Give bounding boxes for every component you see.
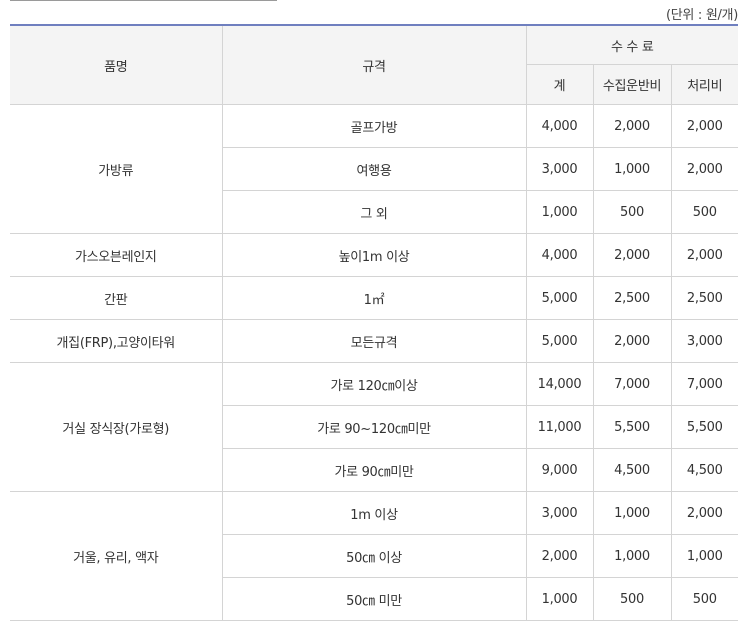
- spec-cell: 골프가방: [221, 104, 527, 148]
- processing-fee-cell: 500: [670, 190, 739, 234]
- table-row: 개집(FRP),고양이타워 모든규격 5,000 2,000 3,000: [10, 319, 739, 363]
- item-name-cell: 간판: [10, 276, 223, 320]
- collection-fee-cell: 4,500: [592, 448, 672, 492]
- spec-cell: 그 외: [222, 190, 527, 234]
- header-processing: 처리비: [670, 64, 739, 105]
- total-cell: 11,000: [525, 405, 594, 449]
- spec-cell: 1m 이상: [221, 491, 527, 535]
- total-cell: 4,000: [525, 233, 594, 277]
- processing-fee-cell: 7,000: [670, 362, 739, 406]
- header-fee-group: 수 수 료: [525, 24, 739, 65]
- collection-fee-cell: 1,000: [592, 147, 672, 191]
- processing-fee-cell: 2,000: [670, 491, 739, 535]
- collection-fee-cell: 2,000: [592, 233, 672, 277]
- collection-fee-cell: 2,000: [592, 104, 672, 148]
- collection-fee-cell: 2,000: [592, 319, 672, 363]
- collection-fee-cell: 500: [592, 190, 672, 234]
- item-name-cell: 가스오븐레인지: [10, 233, 223, 277]
- item-name-cell: 개집(FRP),고양이타워: [10, 319, 223, 363]
- spec-cell: 모든규격: [221, 319, 527, 363]
- collection-fee-cell: 500: [592, 577, 672, 621]
- spec-cell: 50㎝ 이상: [222, 534, 527, 578]
- header-collection: 수집운반비: [592, 64, 672, 105]
- processing-fee-cell: 4,500: [670, 448, 739, 492]
- table-row: 거울, 유리, 액자 1m 이상 3,000 1,000 2,000: [10, 491, 739, 621]
- table-row: 가스오븐레인지 높이1m 이상 4,000 2,000 2,000: [10, 233, 739, 277]
- total-cell: 3,000: [525, 147, 594, 191]
- total-cell: 5,000: [525, 276, 594, 320]
- table-row: 간판 1㎡ 5,000 2,500 2,500: [10, 276, 739, 320]
- fee-table-body: 가방류 골프가방 4,000 2,000 2,000 여행용 3,000 1,000 2,000…: [10, 104, 739, 621]
- table-row: 거실 장식장(가로형) 가로 120㎝이상 14,000 7,000 7,000: [10, 362, 739, 492]
- collection-fee-cell: 5,500: [592, 405, 672, 449]
- header-item: 품명: [10, 24, 223, 105]
- spec-cell: 가로 120㎝이상: [221, 362, 527, 406]
- total-cell: 1,000: [525, 577, 594, 621]
- spec-cell: 높이1m 이상: [221, 233, 527, 277]
- processing-fee-cell: 2,000: [670, 147, 739, 191]
- processing-fee-cell: 5,500: [670, 405, 739, 449]
- collection-fee-cell: 1,000: [592, 491, 672, 535]
- processing-fee-cell: 2,500: [670, 276, 739, 320]
- total-cell: 1,000: [525, 190, 594, 234]
- item-name-cell: 거울, 유리, 액자: [10, 491, 223, 621]
- table-row: 가방류 골프가방 4,000 2,000 2,000: [10, 104, 739, 234]
- collection-fee-cell: 1,000: [592, 534, 672, 578]
- header-spec: 규격: [221, 24, 527, 105]
- processing-fee-cell: 2,000: [670, 233, 739, 277]
- total-cell: 9,000: [525, 448, 594, 492]
- total-cell: 5,000: [525, 319, 594, 363]
- processing-fee-cell: 3,000: [670, 319, 739, 363]
- processing-fee-cell: 2,000: [670, 104, 739, 148]
- collection-fee-cell: 2,500: [592, 276, 672, 320]
- total-cell: 2,000: [525, 534, 594, 578]
- total-cell: 3,000: [525, 491, 594, 535]
- item-name-cell: 가방류: [10, 104, 223, 234]
- spec-cell: 가로 90㎝미만: [222, 448, 527, 492]
- unit-label: (단위 : 원/개): [665, 8, 738, 23]
- header-total: 계: [526, 64, 594, 105]
- spec-cell: 1㎡: [221, 276, 527, 320]
- total-cell: 14,000: [525, 362, 594, 406]
- spec-cell: 50㎝ 미만: [222, 577, 527, 621]
- fee-table: 품명 규격 수 수 료 계 수집운반비 처리비 가방류 골프가방 4,000 2,00…: [10, 24, 739, 621]
- processing-fee-cell: 1,000: [670, 534, 739, 578]
- spec-cell: 여행용: [222, 147, 527, 191]
- processing-fee-cell: 500: [670, 577, 739, 621]
- collection-fee-cell: 7,000: [592, 362, 672, 406]
- spec-cell: 가로 90~120㎝미만: [222, 405, 527, 449]
- total-cell: 4,000: [525, 104, 594, 148]
- item-name-cell: 거실 장식장(가로형): [10, 362, 223, 492]
- top-divider: [10, 0, 277, 1]
